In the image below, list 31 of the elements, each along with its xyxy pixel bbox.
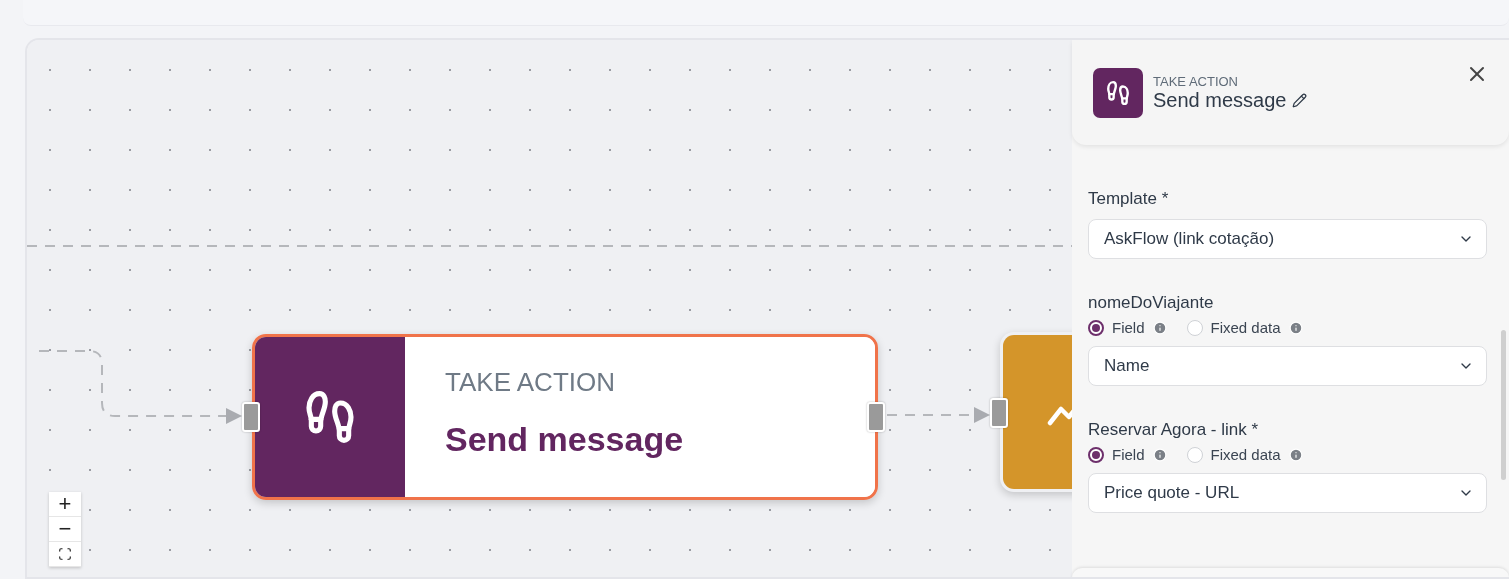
action-node[interactable]: TAKE ACTION Send message — [252, 334, 878, 500]
radio-label: Fixed data — [1210, 319, 1281, 336]
input-port[interactable] — [990, 398, 1008, 428]
footprints-icon — [1093, 67, 1143, 118]
zoom-in-button[interactable]: + — [49, 492, 81, 517]
panel-category: TAKE ACTION — [1153, 73, 1239, 89]
radio-label: Fixed data — [1210, 446, 1281, 463]
select-field[interactable]: AskFlow (link cotação) — [1088, 219, 1487, 259]
radio-label: Field — [1112, 446, 1145, 463]
scrollbar[interactable] — [1501, 330, 1506, 480]
zoom-out-button[interactable]: − — [49, 517, 81, 542]
input-port[interactable] — [242, 402, 260, 432]
edit-icon[interactable] — [1292, 92, 1308, 108]
select-field[interactable]: Price quote - URL — [1088, 473, 1487, 513]
field-label: Reservar Agora - link * — [1088, 420, 1260, 440]
output-port[interactable] — [867, 402, 885, 432]
info-icon — [1288, 447, 1303, 462]
node-category: TAKE ACTION — [445, 367, 616, 398]
node-title: Send message — [445, 420, 685, 459]
info-icon — [1152, 447, 1167, 462]
radio-button[interactable] — [1088, 319, 1104, 336]
select-field[interactable]: Name — [1088, 346, 1487, 386]
field-label: Template * — [1088, 189, 1170, 209]
radio-button[interactable] — [1088, 446, 1104, 463]
info-icon — [1288, 320, 1303, 335]
info-icon — [1152, 320, 1167, 335]
panel-title: Send message — [1153, 88, 1287, 112]
radio-label: Field — [1112, 319, 1145, 336]
field-label: nomeDoViajante — [1088, 293, 1215, 313]
fit-view-button[interactable] — [49, 542, 81, 567]
fit-view-icon — [58, 547, 72, 561]
